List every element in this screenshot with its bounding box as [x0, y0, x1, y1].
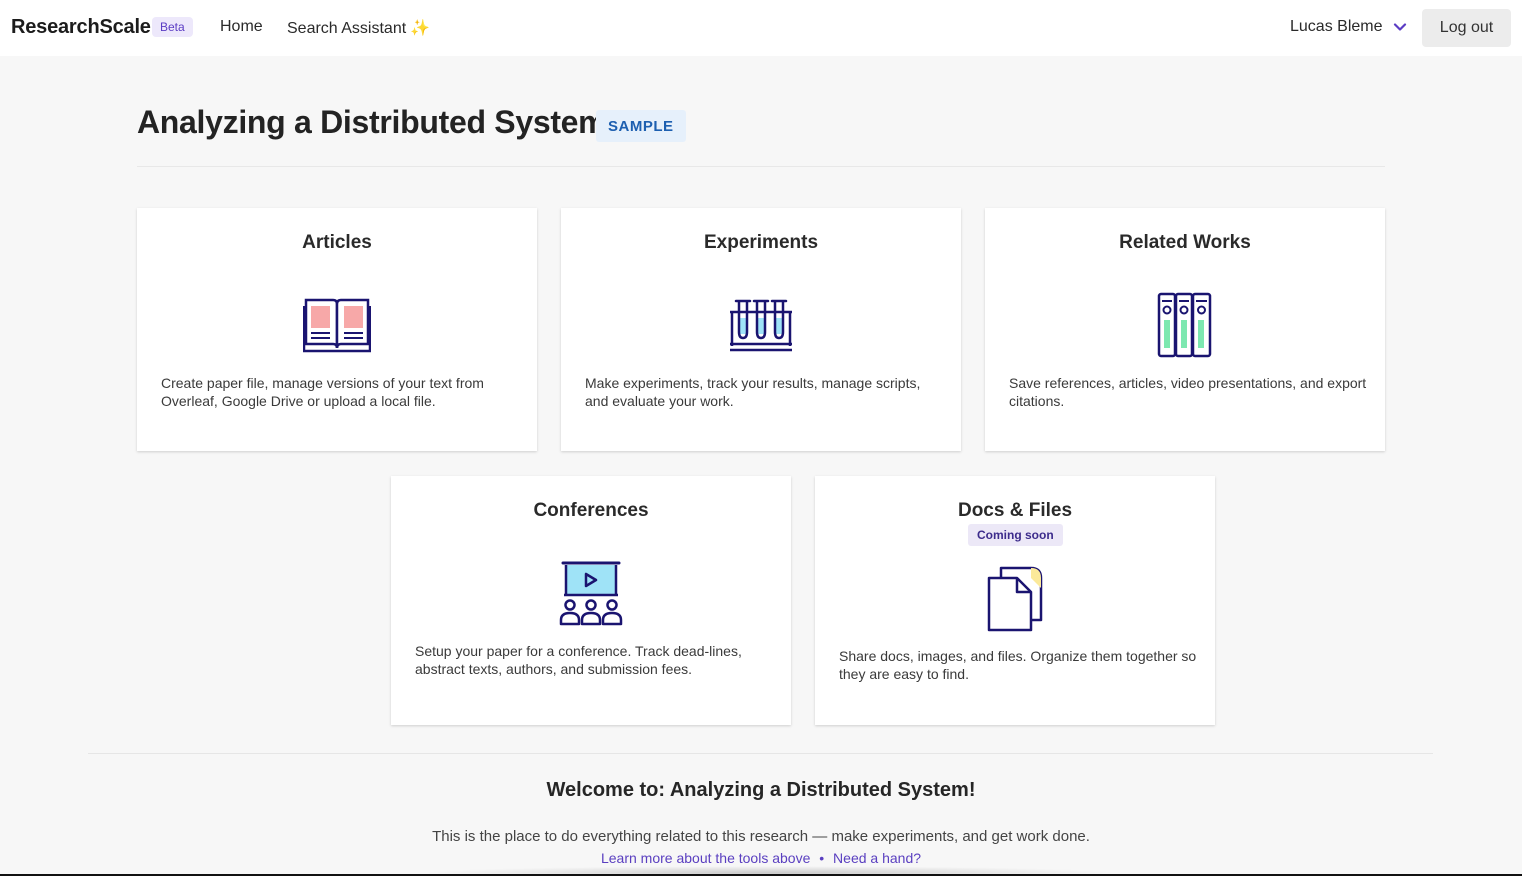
page-title: Analyzing a Distributed System [137, 104, 607, 140]
documents-icon [987, 566, 1043, 632]
help-links: Learn more about the tools above • Need … [0, 850, 1522, 866]
link-separator: • [819, 850, 825, 866]
card-experiments[interactable]: Experiments Make experiments, track your… [561, 208, 961, 451]
welcome-heading: Welcome to: Analyzing a Distributed Syst… [546, 779, 976, 801]
brand-logo[interactable]: ResearchScale [11, 16, 151, 39]
card-title: Articles [302, 232, 372, 253]
nav-home-link[interactable]: Home [220, 18, 263, 36]
card-articles[interactable]: Articles Create paper file, manage versi… [137, 208, 537, 451]
card-description: Setup your paper for a conference. Track… [415, 643, 742, 677]
user-menu[interactable]: Lucas Bleme [1290, 18, 1407, 36]
card-docs-files[interactable]: Docs & Files Coming soon Share docs, ima… [815, 476, 1215, 725]
card-description: Save references, articles, video present… [1009, 375, 1367, 409]
card-description: Create paper file, manage versions of yo… [161, 375, 484, 409]
card-description: Make experiments, track your results, ma… [585, 375, 921, 409]
chevron-down-icon [1393, 23, 1406, 31]
presentation-audience-icon [559, 561, 623, 626]
welcome-divider [88, 753, 1433, 754]
card-conferences[interactable]: Conferences Setup your paper for a confe… [391, 476, 791, 725]
top-nav: ResearchScale Beta Home Search Assistant… [0, 0, 1522, 56]
sample-badge: SAMPLE [596, 110, 686, 142]
open-book-icon [303, 298, 371, 353]
card-description: Share docs, images, and files. Organize … [839, 648, 1197, 682]
card-related-works[interactable]: Related Works Save references, articles,… [985, 208, 1385, 451]
card-title: Docs & Files [957, 500, 1073, 521]
nav-search-assistant-label: Search Assistant [287, 20, 407, 37]
logout-button[interactable]: Log out [1422, 9, 1511, 47]
title-divider [137, 166, 1385, 167]
nav-search-assistant-link[interactable]: Search Assistant ✨ [287, 18, 430, 38]
need-a-hand-link[interactable]: Need a hand? [833, 850, 921, 866]
beta-badge: Beta [152, 17, 193, 37]
coming-soon-badge: Coming soon [968, 524, 1063, 546]
test-tubes-icon [730, 299, 792, 352]
card-title: Related Works [1119, 232, 1251, 253]
user-name: Lucas Bleme [1290, 18, 1383, 35]
card-title: Conferences [533, 500, 649, 521]
sparkle-icon: ✨ [410, 20, 431, 37]
binders-icon [1157, 292, 1212, 358]
card-title: Experiments [703, 232, 819, 253]
welcome-text: This is the place to do everything relat… [432, 828, 1090, 845]
learn-more-link[interactable]: Learn more about the tools above [601, 850, 810, 866]
